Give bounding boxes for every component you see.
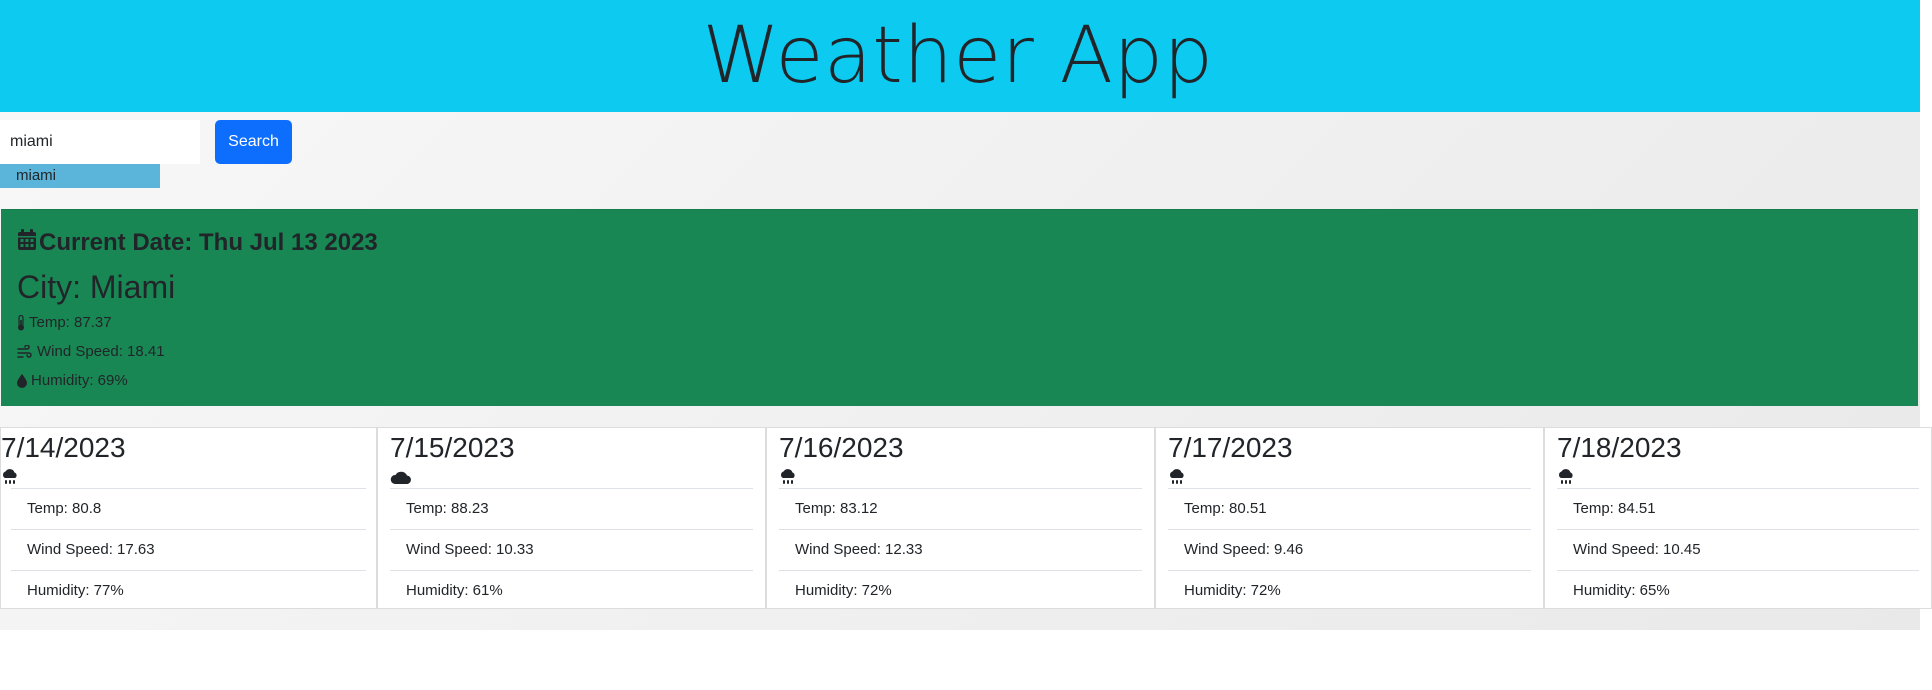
forecast-temp: Temp: 88.23: [390, 489, 753, 530]
current-temp: Temp: 87.37: [29, 314, 112, 331]
weather-app: Weather App Search miami: [0, 0, 1932, 630]
search-button[interactable]: Search: [215, 120, 292, 164]
app-title: Weather App: [702, 11, 1214, 101]
search-section: Search miami: [0, 112, 1920, 209]
forecast-date: 7/18/2023: [1557, 432, 1682, 463]
current-date: Current Date: Thu Jul 13 2023: [39, 229, 378, 256]
rain-cloud-icon: [1168, 466, 1543, 488]
current-temp-row: Temp: 87.37: [17, 308, 1902, 337]
forecast-date: 7/17/2023: [1168, 432, 1293, 463]
forecast-card: 7/18/2023 Temp: 84.51 Wind Speed: 10.45 …: [1544, 427, 1932, 609]
current-city: City: Miami: [17, 269, 176, 305]
forecast-date: 7/14/2023: [1, 432, 126, 463]
thermometer-icon: [17, 314, 25, 331]
forecast-temp: Temp: 83.12: [779, 489, 1142, 530]
current-wind: Wind Speed: 18.41: [37, 343, 165, 360]
forecast-humidity: Humidity: 77%: [27, 582, 124, 599]
forecast-wind: Wind Speed: 10.45: [1557, 530, 1919, 571]
city-search-input[interactable]: [0, 120, 200, 164]
forecast-card: 7/17/2023 Temp: 80.51 Wind Speed: 9.46 H…: [1155, 427, 1544, 609]
forecast-card: 7/15/2023 Temp: 88.23 Wind Speed: 10.33 …: [377, 427, 766, 609]
current-weather-panel: Current Date: Thu Jul 13 2023 City: Miam…: [1, 209, 1918, 406]
rain-cloud-icon: [1, 466, 376, 488]
search-history-item[interactable]: miami: [0, 164, 160, 188]
forecast-humidity: Humidity: 61%: [406, 582, 503, 599]
droplet-icon: [17, 373, 27, 388]
forecast-temp: Temp: 84.51: [1557, 489, 1919, 530]
forecast-humidity: Humidity: 65%: [1573, 582, 1670, 599]
forecast-humidity: Humidity: 72%: [795, 582, 892, 599]
forecast-temp: Temp: 80.8: [11, 489, 366, 530]
app-header: Weather App: [0, 0, 1920, 112]
forecast-row: 7/14/2023 Temp: 80.8 Wind Speed: 17.63 H…: [0, 427, 1932, 609]
forecast-wind: Wind Speed: 12.33: [779, 530, 1142, 571]
cloud-icon: [390, 466, 765, 488]
rain-cloud-icon: [779, 466, 1154, 488]
forecast-wind: Wind Speed: 17.63: [11, 530, 366, 571]
current-humidity: Humidity: 69%: [31, 372, 128, 389]
current-humidity-row: Humidity: 69%: [17, 366, 1902, 395]
forecast-card: 7/14/2023 Temp: 80.8 Wind Speed: 17.63 H…: [0, 427, 377, 609]
forecast-date: 7/15/2023: [390, 432, 515, 463]
current-date-row: Current Date: Thu Jul 13 2023: [17, 226, 1902, 260]
forecast-temp: Temp: 80.51: [1168, 489, 1531, 530]
forecast-wind: Wind Speed: 9.46: [1168, 530, 1531, 571]
forecast-date: 7/16/2023: [779, 432, 904, 463]
forecast-card: 7/16/2023 Temp: 83.12 Wind Speed: 12.33 …: [766, 427, 1155, 609]
calendar-icon: [17, 228, 39, 258]
forecast-wind: Wind Speed: 10.33: [390, 530, 753, 571]
wind-icon: [17, 344, 33, 359]
forecast-humidity: Humidity: 72%: [1184, 582, 1281, 599]
rain-cloud-icon: [1557, 466, 1931, 488]
current-wind-row: Wind Speed: 18.41: [17, 337, 1902, 366]
